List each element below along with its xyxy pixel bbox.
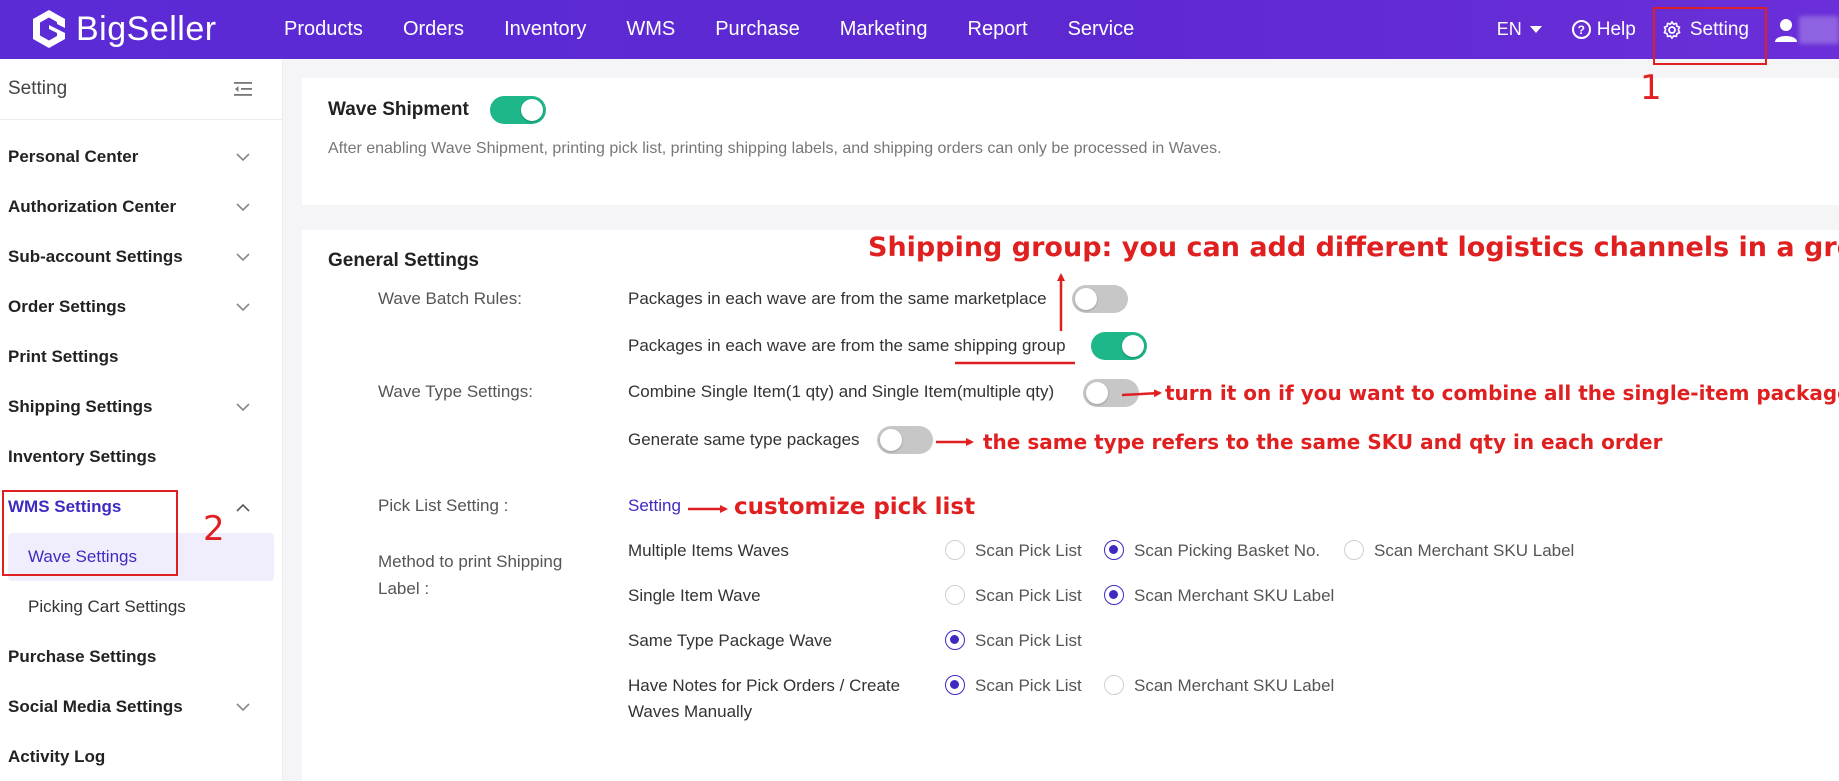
arrow-combine — [1121, 389, 1162, 398]
annotation-arrows — [688, 273, 1162, 513]
